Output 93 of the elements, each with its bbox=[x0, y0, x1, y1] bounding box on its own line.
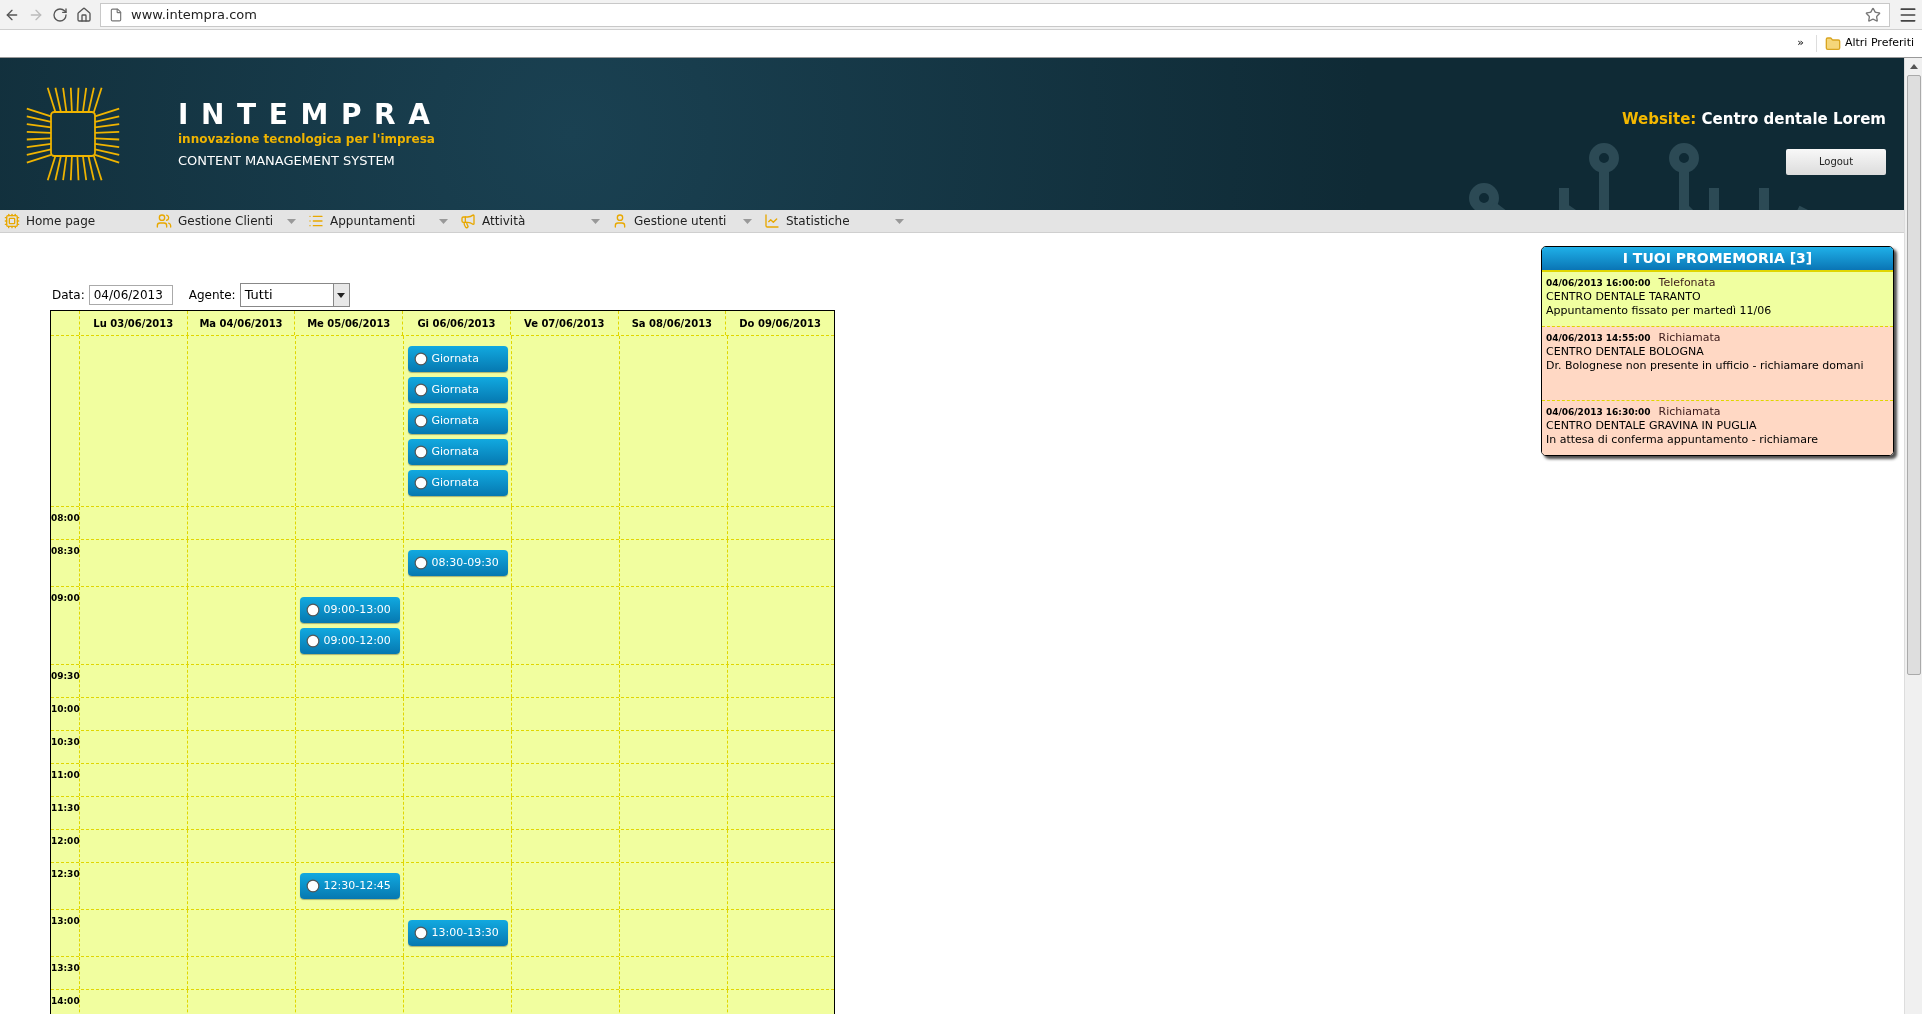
reminder-note: In attesa di conferma appuntamento - richiamare bbox=[1546, 433, 1820, 447]
dropdown-icon[interactable] bbox=[895, 218, 904, 224]
clock-icon bbox=[413, 383, 428, 397]
date-label: Data: bbox=[52, 287, 85, 304]
day-header: Ma 04/06/2013 bbox=[187, 311, 296, 335]
time-label: 14:00 bbox=[51, 997, 79, 1006]
user-icon bbox=[612, 213, 628, 229]
reminder-client: CENTRO DENTALE GRAVINA IN PUGLIA bbox=[1546, 419, 1758, 433]
users-icon bbox=[156, 213, 172, 229]
bookmark-star-icon[interactable] bbox=[1865, 6, 1881, 23]
reminder-note: Dr. Bolognese non presente in ufficio - richiamare domani bbox=[1546, 359, 1865, 373]
nav-item[interactable]: Home page bbox=[0, 212, 144, 230]
dropdown-icon[interactable] bbox=[591, 218, 600, 224]
day-header: Ve 07/06/2013 bbox=[510, 311, 619, 335]
time-label: 10:00 bbox=[51, 705, 79, 714]
event-chip[interactable]: Giornata bbox=[407, 470, 508, 496]
time-label: 13:30 bbox=[51, 964, 79, 973]
time-label: 12:30 bbox=[51, 870, 79, 879]
day-header: Do 09/06/2013 bbox=[738, 316, 822, 331]
scrollbar-thumb[interactable] bbox=[1906, 75, 1921, 675]
nav-item[interactable]: Gestione utenti bbox=[608, 212, 743, 230]
clock-icon bbox=[413, 445, 428, 459]
time-label: 11:00 bbox=[51, 771, 79, 780]
time-label: 09:00 bbox=[51, 594, 79, 603]
list-icon bbox=[308, 213, 324, 229]
reminder-datetime: 04/06/2013 16:00:00 bbox=[1546, 277, 1651, 290]
day-header: Me 05/06/2013 bbox=[295, 311, 404, 335]
brand-subtitle: CONTENT MANAGEMENT SYSTEM bbox=[178, 152, 396, 171]
address-bar[interactable]: www.intempra.com bbox=[100, 2, 1890, 27]
nav-item[interactable]: Gestione Clienti bbox=[152, 212, 287, 230]
reminder-type: Richiamata bbox=[1658, 331, 1721, 345]
home-icon[interactable] bbox=[76, 6, 92, 23]
url-text: www.intempra.com bbox=[131, 5, 257, 24]
agent-select[interactable]: Tutti bbox=[239, 283, 350, 307]
dropdown-icon[interactable] bbox=[743, 218, 752, 224]
time-label: 12:00 bbox=[51, 837, 79, 846]
logout-button[interactable]: Logout bbox=[1786, 148, 1886, 175]
dropdown-icon[interactable] bbox=[439, 218, 448, 224]
event-chip[interactable]: 12:30-12:45 bbox=[299, 873, 400, 899]
event-chip[interactable]: Giornata bbox=[407, 408, 508, 434]
reminder-client: CENTRO DENTALE TARANTO bbox=[1546, 290, 1702, 304]
clock-icon bbox=[413, 926, 428, 940]
day-header: Sa 08/06/2013 bbox=[618, 311, 727, 335]
reminder-datetime: 04/06/2013 14:55:00 bbox=[1546, 332, 1651, 345]
dropdown-icon[interactable] bbox=[287, 218, 296, 224]
time-label: 08:30 bbox=[51, 547, 79, 556]
page-icon bbox=[109, 7, 123, 22]
time-label: 10:30 bbox=[51, 738, 79, 747]
nav-item[interactable]: Statistiche bbox=[760, 212, 895, 230]
clock-icon bbox=[413, 476, 428, 490]
brand-name: INTEMPRA bbox=[178, 97, 443, 133]
folder-icon bbox=[1824, 35, 1841, 52]
reminder-client: CENTRO DENTALE BOLOGNA bbox=[1546, 345, 1705, 359]
reminder-item[interactable]: 04/06/2013 16:30:00 Richiamata CENTRO DENTALE GRAVINA IN PUGLIA In attesa di conferma appuntamento - richiamare bbox=[1542, 400, 1893, 455]
time-label: 11:30 bbox=[51, 804, 79, 813]
reminders-title: I TUOI PROMEMORIA [3] bbox=[1542, 247, 1893, 272]
reminder-note: Appuntamento fissato per martedì 11/06 bbox=[1546, 304, 1773, 318]
brand-tagline: innovazione tecnologica per l'impresa bbox=[178, 132, 436, 148]
day-header: Gi 06/06/2013 bbox=[403, 311, 511, 335]
clock-icon bbox=[413, 352, 428, 366]
reminder-item[interactable]: 04/06/2013 16:00:00 Telefonata CENTRO DENTALE TARANTO Appuntamento fissato per martedì 11/06 bbox=[1542, 272, 1893, 326]
caret-icon bbox=[337, 292, 346, 298]
line-chart-icon bbox=[764, 213, 780, 229]
event-chip[interactable]: Giornata bbox=[407, 377, 508, 403]
reminder-item[interactable]: 04/06/2013 14:55:00 Richiamata CENTRO DENTALE BOLOGNA Dr. Bolognese non presente in ufficio - richiamare domani bbox=[1542, 326, 1893, 400]
event-chip[interactable]: 13:00-13:30 bbox=[407, 920, 508, 946]
reminder-type: Richiamata bbox=[1658, 405, 1721, 419]
bookmarks-overflow[interactable]: » bbox=[1797, 35, 1804, 52]
time-label: 08:00 bbox=[51, 514, 79, 523]
website-info: Website: Centro dentale Lorem bbox=[1621, 109, 1886, 130]
day-header: Lu 03/06/2013 bbox=[79, 311, 188, 335]
chip-icon bbox=[4, 213, 20, 229]
nav-item[interactable]: Attività bbox=[456, 212, 591, 230]
event-chip[interactable]: Giornata bbox=[407, 346, 508, 372]
clock-icon bbox=[305, 634, 320, 648]
agent-label: Agente: bbox=[188, 287, 236, 304]
clock-icon bbox=[413, 556, 428, 570]
clock-icon bbox=[305, 603, 320, 617]
time-label: 09:30 bbox=[51, 672, 79, 681]
event-chip[interactable]: 09:00-13:00 bbox=[299, 597, 400, 623]
clock-icon bbox=[305, 879, 320, 893]
nav-item[interactable]: Appuntamenti bbox=[304, 212, 439, 230]
date-field[interactable]: 04/06/2013 bbox=[88, 285, 173, 305]
time-label: 13:00 bbox=[51, 917, 79, 926]
reminder-datetime: 04/06/2013 16:30:00 bbox=[1546, 406, 1651, 419]
bookmark-folder[interactable]: Altri Preferiti bbox=[1815, 35, 1914, 52]
event-chip[interactable]: 09:00-12:00 bbox=[299, 628, 400, 654]
scroll-up-icon[interactable] bbox=[1909, 64, 1918, 69]
megaphone-icon bbox=[460, 213, 476, 229]
event-chip[interactable]: Giornata bbox=[407, 439, 508, 465]
clock-icon bbox=[413, 414, 428, 428]
reminder-type: Telefonata bbox=[1658, 276, 1716, 290]
reload-icon[interactable] bbox=[52, 6, 68, 23]
